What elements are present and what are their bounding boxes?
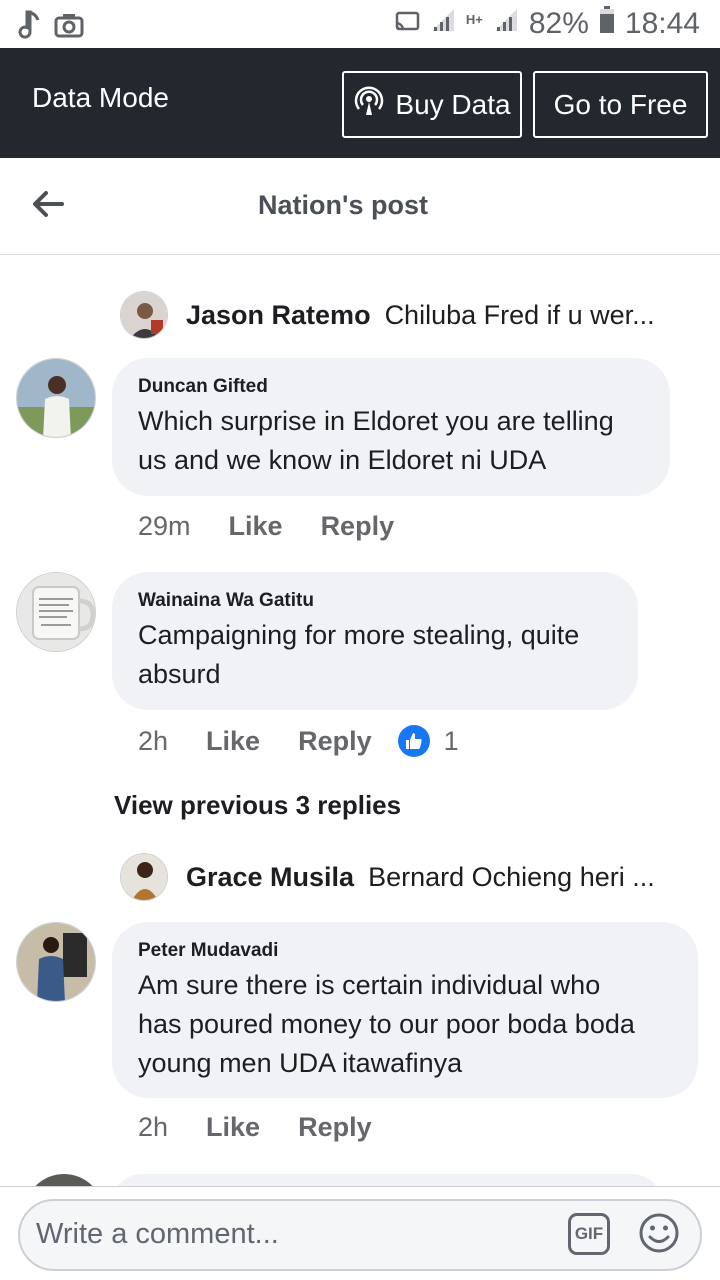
music-note-icon [18, 10, 40, 45]
status-bar: H+ 82% 18:44 [0, 0, 720, 48]
view-previous-replies-link[interactable]: View previous 3 replies [114, 790, 401, 821]
comment-text-line: Am sure there is certain individual who [138, 970, 601, 1000]
comment-bubble[interactable]: Wainaina Wa Gatitu Campaigning for more … [112, 572, 638, 710]
avatar[interactable] [16, 358, 96, 438]
page-header: Nation's post [0, 158, 720, 255]
cast-icon [394, 7, 420, 41]
avatar[interactable] [16, 922, 96, 1002]
reaction-count[interactable]: 1 [444, 726, 459, 757]
emoji-icon[interactable] [638, 1212, 680, 1254]
camera-icon [54, 12, 84, 43]
buy-data-button[interactable]: Buy Data [342, 71, 522, 138]
like-button[interactable]: Like [206, 1112, 260, 1143]
clock: 18:44 [624, 7, 700, 40]
like-button[interactable]: Like [206, 726, 260, 757]
buy-data-label: Buy Data [395, 88, 511, 120]
comment-meta: 2h Like Reply [138, 1112, 372, 1143]
comment-meta: 29m Like Reply [138, 511, 394, 542]
data-mode-title: Data Mode [32, 82, 169, 113]
comment-time: 2h [138, 1112, 169, 1142]
comment-author[interactable]: Duncan Gifted [138, 376, 644, 398]
signal-icon [430, 7, 456, 41]
reply-button[interactable]: Reply [321, 511, 395, 542]
comment-text-line: absurd [138, 659, 221, 689]
comment-composer: Write a comment... GIF [0, 1186, 720, 1280]
thumbs-up-icon[interactable] [397, 725, 430, 757]
comment-feed[interactable]: Jason Ratemo Chiluba Fred if u wer... Du… [0, 256, 720, 1186]
comment-meta: 2h Like Reply 1 [138, 725, 459, 757]
avatar[interactable] [16, 572, 96, 652]
avatar [120, 853, 168, 901]
broadcast-icon [353, 85, 385, 124]
reply-text: Chiluba Fred if u wer... [384, 299, 655, 330]
page-title: Nation's post [258, 190, 428, 220]
reply-author[interactable]: Grace Musila [186, 862, 354, 893]
comment-author[interactable]: Wainaina Wa Gatitu [138, 590, 612, 612]
signal-icon-2 [493, 7, 519, 41]
comment-bubble[interactable]: Peter Mudavadi Am sure there is certain … [112, 922, 698, 1098]
reply-preview[interactable]: Jason Ratemo Chiluba Fred if u wer... [120, 290, 690, 340]
battery-icon [599, 6, 615, 42]
reply-text: Bernard Ochieng heri ... [368, 861, 655, 892]
comment-text-line: Campaigning for more stealing, quite [138, 620, 580, 650]
comment-text-line: Which surprise in Eldoret you are tellin… [138, 406, 614, 436]
like-button[interactable]: Like [229, 511, 283, 542]
reply-author[interactable]: Jason Ratemo [186, 300, 371, 331]
comment-bubble[interactable]: Duncan Gifted Which surprise in Eldoret … [112, 358, 670, 496]
comment-bubble[interactable] [112, 1174, 662, 1186]
comment-time: 29m [138, 511, 191, 541]
avatar[interactable] [24, 1174, 104, 1186]
reply-button[interactable]: Reply [298, 1112, 372, 1143]
reply-button[interactable]: Reply [298, 726, 372, 757]
battery-percent: 82% [528, 7, 589, 40]
reply-preview[interactable]: Grace Musila Bernard Ochieng heri ... [120, 852, 690, 902]
comment-time: 2h [138, 725, 169, 756]
comment-author[interactable]: Peter Mudavadi [138, 940, 672, 962]
comment-text-line: has poured money to our poor boda boda [138, 1009, 635, 1039]
comment-text-line: us and we know in Eldoret ni UDA [138, 445, 547, 475]
avatar [120, 291, 168, 339]
comment-input[interactable]: Write a comment... GIF [18, 1199, 702, 1271]
clipped-text-edge [180, 256, 380, 260]
comment-placeholder: Write a comment... [36, 1218, 279, 1250]
gif-button[interactable]: GIF [568, 1213, 610, 1255]
data-mode-bar: Data Mode Buy Data Go to Free [0, 48, 720, 158]
comment-text-line: young men UDA itawafinya [138, 1048, 463, 1078]
go-to-free-label: Go to Free [553, 88, 688, 120]
go-to-free-button[interactable]: Go to Free [533, 71, 708, 138]
network-type-icon: H+ [465, 11, 483, 27]
